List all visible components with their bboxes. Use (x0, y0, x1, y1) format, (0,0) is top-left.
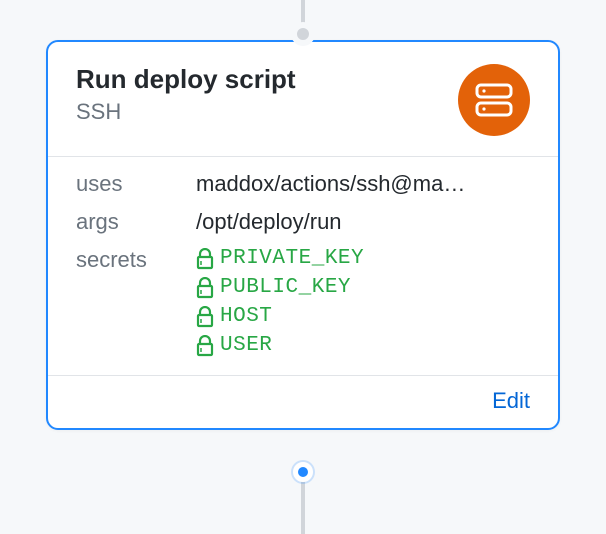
lock-icon (196, 277, 214, 299)
secret-name: PRIVATE_KEY (220, 247, 364, 270)
args-label: args (76, 209, 196, 235)
card-footer: Edit (48, 375, 558, 428)
node-output-port[interactable] (293, 462, 313, 482)
secrets-label: secrets (76, 247, 196, 357)
action-card: Run deploy script SSH uses maddox/action… (46, 40, 560, 430)
action-icon-badge (458, 64, 530, 136)
secrets-list: PRIVATE_KEY PUBLIC_KEY HOST USER (196, 247, 364, 357)
secrets-row: secrets PRIVATE_KEY PUBLIC_KEY HOST USER (76, 247, 530, 357)
secret-name: HOST (220, 305, 272, 328)
lock-icon (196, 335, 214, 357)
args-value: /opt/deploy/run (196, 209, 530, 235)
lock-icon (196, 306, 214, 328)
uses-value: maddox/actions/ssh@ma… (196, 171, 530, 197)
card-body: uses maddox/actions/ssh@ma… args /opt/de… (48, 157, 558, 375)
card-header: Run deploy script SSH (48, 42, 558, 157)
uses-row: uses maddox/actions/ssh@ma… (76, 171, 530, 197)
card-subtitle: SSH (76, 99, 296, 125)
secret-name: PUBLIC_KEY (220, 276, 351, 299)
lock-icon (196, 248, 214, 270)
secret-name: USER (220, 334, 272, 357)
server-icon (475, 83, 513, 117)
card-header-text: Run deploy script SSH (76, 64, 296, 125)
card-title: Run deploy script (76, 64, 296, 95)
args-row: args /opt/deploy/run (76, 209, 530, 235)
secret-item: PUBLIC_KEY (196, 276, 364, 299)
secret-item: PRIVATE_KEY (196, 247, 364, 270)
edit-link[interactable]: Edit (492, 388, 530, 413)
uses-label: uses (76, 171, 196, 197)
node-input-port[interactable] (291, 22, 315, 46)
secret-item: HOST (196, 305, 364, 328)
secret-item: USER (196, 334, 364, 357)
